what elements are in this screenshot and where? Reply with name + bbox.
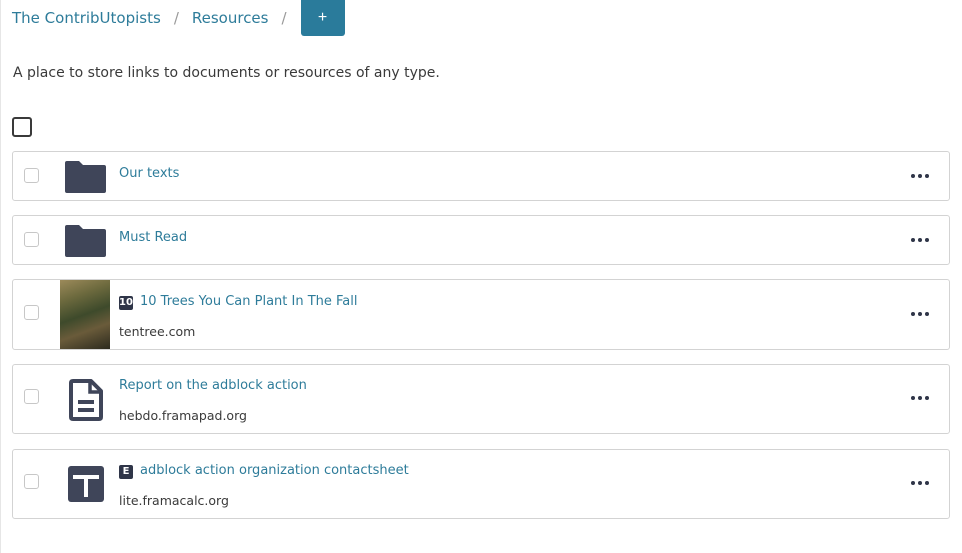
breadcrumb: The ContribUtopists / Resources / + — [12, 0, 345, 36]
more-options-icon[interactable] — [911, 310, 929, 318]
breadcrumb-separator: / — [173, 9, 179, 27]
site-favicon-icon: E — [119, 465, 133, 479]
more-options-icon[interactable] — [911, 236, 929, 244]
list-item[interactable]: Our texts — [12, 151, 950, 201]
item-domain: tentree.com — [119, 324, 196, 339]
item-domain: hebdo.framapad.org — [119, 408, 247, 423]
item-checkbox[interactable] — [24, 474, 39, 489]
site-favicon-icon: 10 — [119, 296, 133, 310]
select-all-checkbox[interactable] — [12, 117, 32, 137]
item-title-link[interactable]: Must Read — [119, 230, 187, 245]
item-title-link[interactable]: Report on the adblock action — [119, 378, 307, 393]
item-domain: lite.framacalc.org — [119, 493, 229, 508]
item-title-link[interactable]: Our texts — [119, 166, 179, 181]
more-options-icon[interactable] — [911, 479, 929, 487]
item-checkbox[interactable] — [24, 305, 39, 320]
list-item[interactable]: Report on the adblock action hebdo.frama… — [12, 364, 950, 434]
page-description: A place to store links to documents or r… — [13, 65, 440, 81]
list-item[interactable]: E adblock action organization contactshe… — [12, 449, 950, 519]
item-checkbox[interactable] — [24, 232, 39, 247]
list-item[interactable]: 10 10 Trees You Can Plant In The Fall te… — [12, 279, 950, 350]
item-checkbox[interactable] — [24, 168, 39, 183]
breadcrumb-group-link[interactable]: The ContribUtopists — [12, 9, 161, 27]
folder-icon — [65, 225, 106, 257]
list-item[interactable]: Must Read — [12, 215, 950, 265]
breadcrumb-separator: / — [281, 9, 287, 27]
breadcrumb-resources-link[interactable]: Resources — [192, 9, 269, 27]
more-options-icon[interactable] — [911, 394, 929, 402]
link-thumbnail — [60, 280, 110, 349]
item-title-link[interactable]: 10 Trees You Can Plant In The Fall — [140, 294, 358, 309]
item-title-link[interactable]: adblock action organization contactsheet — [140, 463, 409, 478]
spreadsheet-icon — [68, 466, 104, 502]
item-checkbox[interactable] — [24, 389, 39, 404]
folder-icon — [65, 161, 106, 193]
add-resource-button[interactable]: + — [300, 0, 345, 36]
more-options-icon[interactable] — [911, 172, 929, 180]
document-icon — [69, 379, 103, 421]
